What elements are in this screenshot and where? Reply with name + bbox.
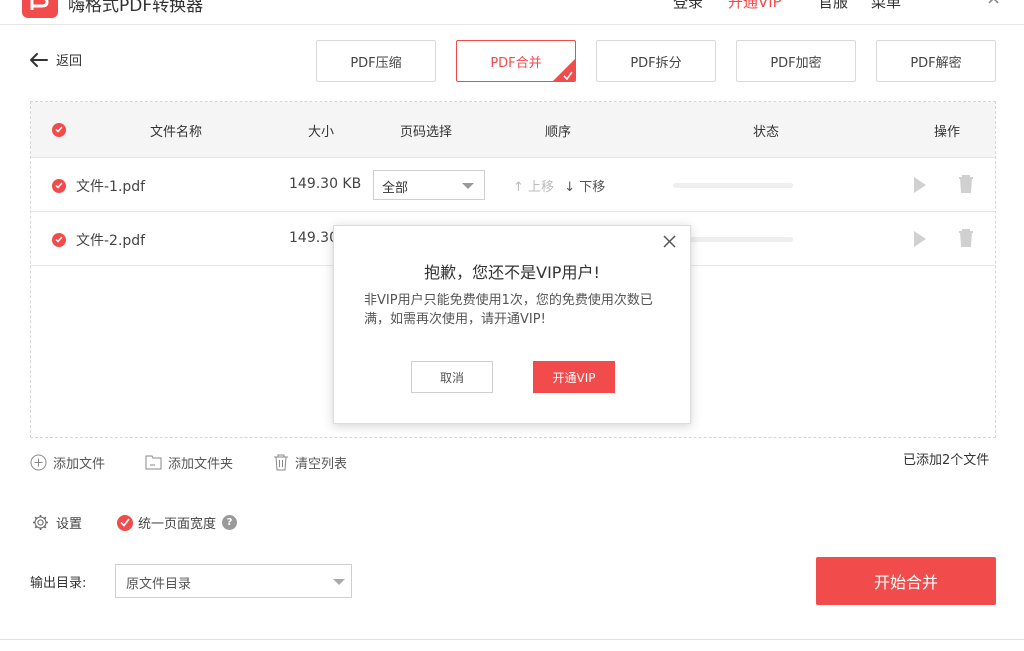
close-icon[interactable] xyxy=(663,235,676,248)
gear-icon xyxy=(33,515,48,530)
official-link[interactable]: 官服 xyxy=(818,0,848,12)
menu-link[interactable]: 菜单 xyxy=(871,0,901,12)
tab-pdf-compress[interactable]: PDF压缩 xyxy=(316,40,436,82)
header-size: 大小 xyxy=(308,125,335,140)
header-order: 顺序 xyxy=(545,125,572,140)
file-size: 149.30 xyxy=(289,230,338,246)
row-checkbox[interactable] xyxy=(52,179,66,193)
app-title: 嗨格式PDF转换器 xyxy=(68,0,204,16)
trash-icon[interactable] xyxy=(958,175,974,193)
output-dir-label: 输出目录: xyxy=(30,576,87,591)
table-row: 文件-1.pdf 149.30 KB 全部 ↑ 上移 ↓ 下移 xyxy=(31,158,995,212)
output-dir-select[interactable]: 原文件目录 xyxy=(115,564,352,598)
folder-icon xyxy=(145,455,162,470)
table-header: 文件名称 大小 页码选择 顺序 状态 操作 xyxy=(31,102,995,158)
divider xyxy=(0,639,1024,640)
back-label: 返回 xyxy=(56,54,83,69)
dialog-title: 抱歉，您还不是VIP用户! xyxy=(424,263,600,282)
tab-pdf-decrypt[interactable]: PDF解密 xyxy=(876,40,996,82)
play-icon[interactable] xyxy=(913,176,927,194)
tab-pdf-merge[interactable]: PDF合并 xyxy=(456,40,576,82)
add-file-button[interactable]: 添加文件 xyxy=(30,453,105,472)
header-ops: 操作 xyxy=(934,125,961,140)
order-controls: ↑ 上移 ↓ 下移 xyxy=(513,176,605,195)
title-bar: 嗨格式PDF转换器 登录 开通VIP 官服 菜单 × xyxy=(0,0,1024,25)
file-count: 已添加2个文件 xyxy=(903,453,990,468)
status-progress-bar xyxy=(673,237,793,242)
check-icon xyxy=(563,71,573,80)
open-vip-button[interactable]: 开通VIP xyxy=(533,361,615,393)
plus-circle-icon xyxy=(30,454,47,471)
clear-list-button[interactable]: 清空列表 xyxy=(273,453,347,472)
start-merge-button[interactable]: 开始合并 xyxy=(816,557,996,605)
arrow-left-icon xyxy=(30,52,48,67)
uniform-width-checkbox[interactable]: 统一页面宽度 ? xyxy=(117,513,238,532)
header-page-select: 页码选择 xyxy=(400,125,453,140)
add-folder-button[interactable]: 添加文件夹 xyxy=(145,453,233,472)
move-up-button[interactable]: ↑ 上移 xyxy=(513,180,554,195)
checkbox-checked-icon xyxy=(117,514,133,531)
row-checkbox[interactable] xyxy=(52,233,66,247)
help-icon[interactable]: ? xyxy=(222,515,238,530)
file-name: 文件-2.pdf xyxy=(76,233,146,249)
play-icon[interactable] xyxy=(913,230,927,248)
chevron-down-icon xyxy=(333,579,345,585)
tab-pdf-split[interactable]: PDF拆分 xyxy=(596,40,716,82)
app-logo xyxy=(22,0,58,18)
cancel-button[interactable]: 取消 xyxy=(411,361,493,393)
back-button[interactable]: 返回 xyxy=(28,50,82,69)
header-file-name: 文件名称 xyxy=(150,125,203,140)
file-size: 149.30 KB xyxy=(289,176,362,192)
settings-button[interactable]: 设置 xyxy=(32,513,82,532)
login-link[interactable]: 登录 xyxy=(673,0,703,12)
chevron-down-icon xyxy=(462,183,474,189)
vip-required-dialog: 抱歉，您还不是VIP用户! 非VIP用户只能免费使用1次，您的免费使用次数已满，… xyxy=(333,225,691,424)
move-down-button[interactable]: ↓ 下移 xyxy=(564,180,605,195)
vip-link[interactable]: 开通VIP xyxy=(728,0,782,12)
page-select-dropdown[interactable]: 全部 xyxy=(373,170,485,200)
window-close-icon[interactable]: × xyxy=(986,0,1001,9)
select-all-checkbox[interactable] xyxy=(52,123,66,137)
trash-outline-icon xyxy=(274,454,288,471)
status-progress-bar xyxy=(673,183,793,188)
header-status: 状态 xyxy=(753,125,780,140)
file-name: 文件-1.pdf xyxy=(76,179,146,195)
dialog-message: 非VIP用户只能免费使用1次，您的免费使用次数已满，如需再次使用，请开通VIP! xyxy=(364,293,653,327)
trash-icon[interactable] xyxy=(958,229,974,247)
tab-pdf-encrypt[interactable]: PDF加密 xyxy=(736,40,856,82)
